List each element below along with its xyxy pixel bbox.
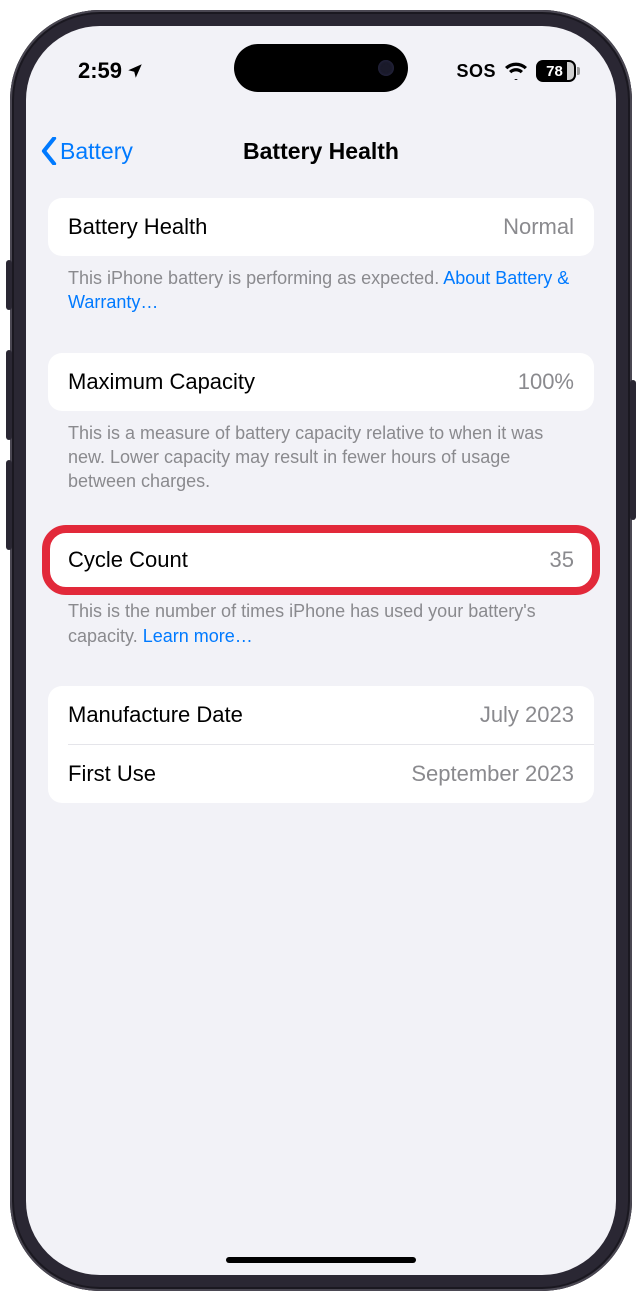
cycle-count-highlight: Cycle Count 35 [48,531,594,589]
maximum-capacity-row[interactable]: Maximum Capacity 100% [48,353,594,411]
screen: 2:59 SOS 78 [26,26,616,1275]
cycle-count-row[interactable]: Cycle Count 35 [48,531,594,589]
manufacture-date-value: July 2023 [480,702,574,728]
maximum-capacity-label: Maximum Capacity [68,369,255,395]
maximum-capacity-value: 100% [518,369,574,395]
cycle-count-group: Cycle Count 35 [48,531,594,589]
dates-group: Manufacture Date July 2023 First Use Sep… [48,686,594,803]
first-use-label: First Use [68,761,156,787]
chevron-left-icon [40,137,58,165]
cycle-count-footer-text: This is the number of times iPhone has u… [68,601,536,645]
battery-fill [567,62,574,80]
maximum-capacity-footer-text: This is a measure of battery capacity re… [68,423,543,492]
battery-health-footer-text: This iPhone battery is performing as exp… [68,268,443,288]
navigation-bar: Battery Battery Health [26,124,616,178]
cycle-count-value: 35 [550,547,574,573]
battery-health-group: Battery Health Normal [48,198,594,256]
battery-health-label: Battery Health [68,214,207,240]
status-time: 2:59 [78,58,122,84]
dynamic-island [234,44,408,92]
page-title: Battery Health [243,138,399,165]
cycle-count-footer: This is the number of times iPhone has u… [48,589,594,648]
home-indicator[interactable] [226,1257,416,1263]
battery-health-footer: This iPhone battery is performing as exp… [48,256,594,315]
side-button [630,380,636,520]
content-area: Battery Battery Health Battery Health No… [26,26,616,1275]
battery-health-value: Normal [503,214,574,240]
front-camera [378,60,394,76]
back-button[interactable]: Battery [40,137,133,165]
manufacture-date-label: Manufacture Date [68,702,243,728]
maximum-capacity-footer: This is a measure of battery capacity re… [48,411,594,494]
sos-indicator: SOS [456,61,496,82]
location-icon [126,62,144,80]
first-use-value: September 2023 [411,761,574,787]
volume-up-button [6,350,12,440]
battery-percent: 78 [546,63,563,80]
first-use-row[interactable]: First Use September 2023 [68,744,594,803]
volume-down-button [6,460,12,550]
silence-switch [6,260,12,310]
maximum-capacity-group: Maximum Capacity 100% [48,353,594,411]
back-label: Battery [60,138,133,165]
battery-health-row[interactable]: Battery Health Normal [48,198,594,256]
manufacture-date-row[interactable]: Manufacture Date July 2023 [48,686,594,744]
wifi-icon [504,62,528,80]
cycle-learn-more-link[interactable]: Learn more… [143,626,253,646]
battery-indicator: 78 [536,60,576,82]
settings-body: Battery Health Normal This iPhone batter… [26,178,616,803]
iphone-device-frame: 2:59 SOS 78 [10,10,632,1291]
cycle-count-label: Cycle Count [68,547,188,573]
